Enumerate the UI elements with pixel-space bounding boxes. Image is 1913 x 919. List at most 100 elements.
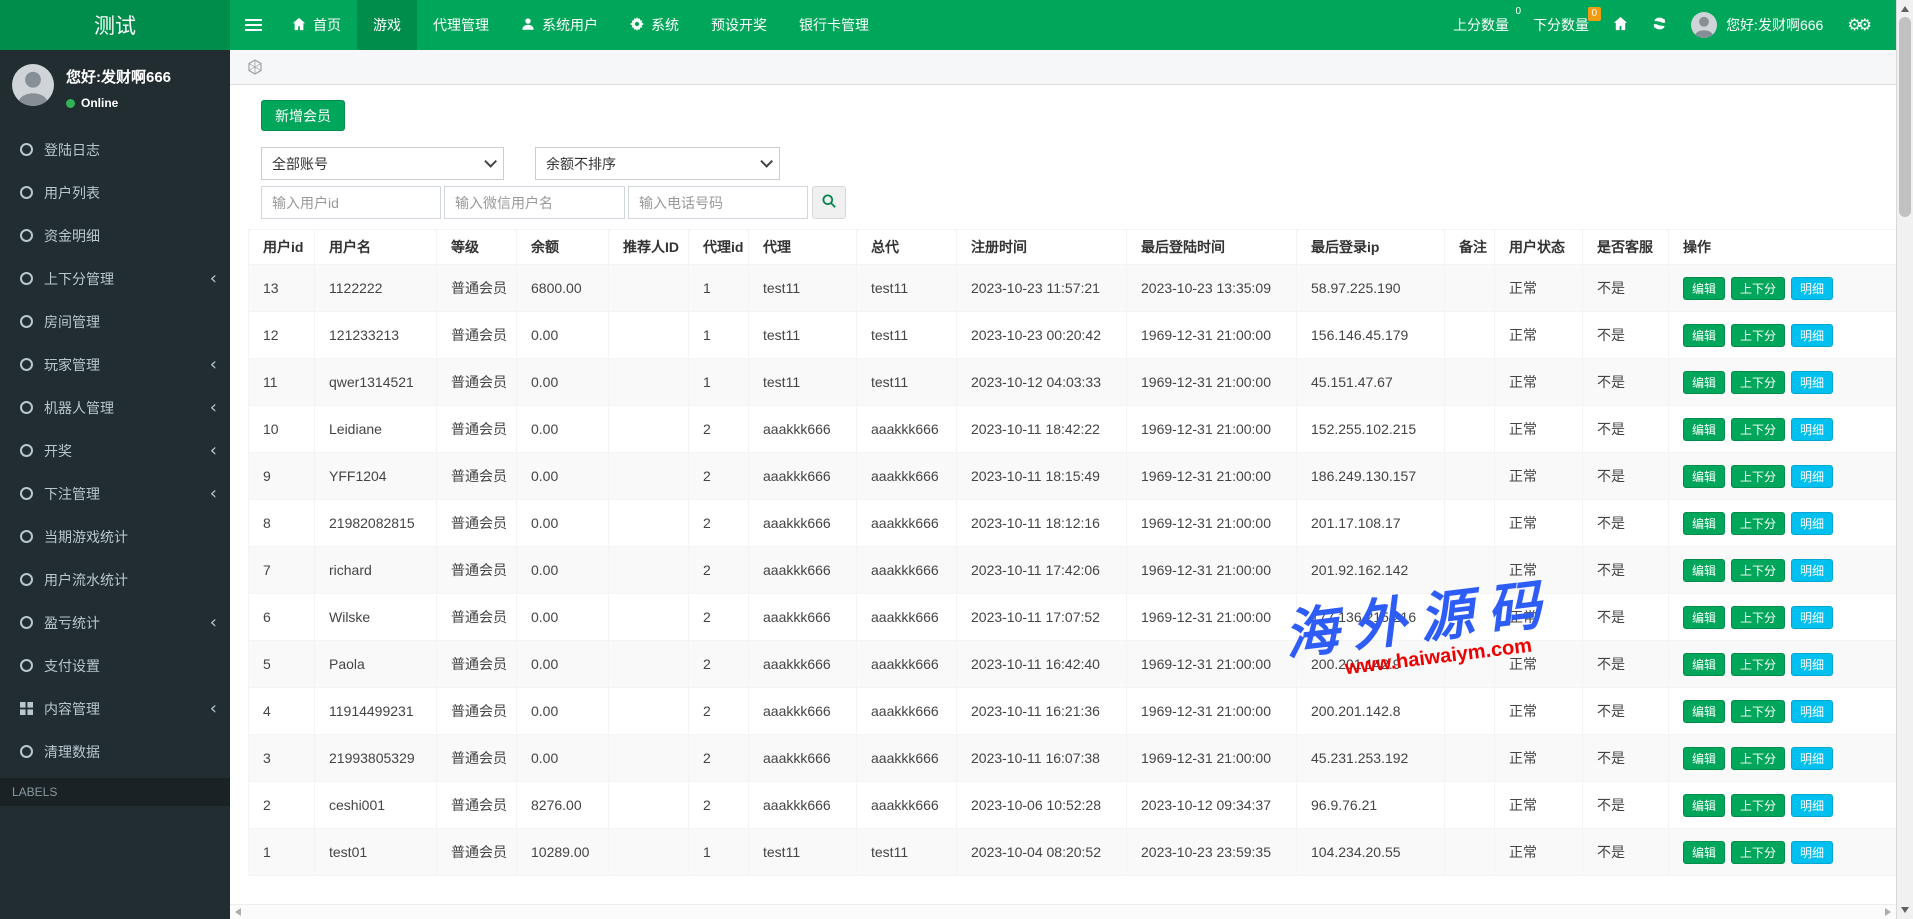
user-id-input[interactable] bbox=[261, 186, 441, 219]
up-down-score-button[interactable]: 上下分 bbox=[1731, 371, 1785, 394]
sidebar-item-用户列表[interactable]: 用户列表 bbox=[0, 171, 230, 214]
up-down-score-button[interactable]: 上下分 bbox=[1731, 465, 1785, 488]
circle-icon bbox=[20, 143, 33, 156]
user-icon bbox=[521, 17, 535, 34]
nav-item-游戏[interactable]: 游戏 bbox=[357, 0, 417, 50]
add-member-button[interactable]: 新增会员 bbox=[261, 100, 345, 131]
column-header: 用户名 bbox=[315, 230, 437, 265]
sidebar-item-清理数据[interactable]: 清理数据 bbox=[0, 730, 230, 773]
nav-item-首页[interactable]: 首页 bbox=[276, 0, 357, 50]
online-status[interactable]: Online bbox=[66, 96, 171, 110]
edit-button[interactable]: 编辑 bbox=[1683, 324, 1725, 347]
detail-button[interactable]: 明细 bbox=[1791, 747, 1833, 770]
cell-user-id: 9 bbox=[249, 453, 315, 500]
up-down-score-button[interactable]: 上下分 bbox=[1731, 653, 1785, 676]
scroll-left-icon[interactable] bbox=[235, 908, 241, 916]
detail-button[interactable]: 明细 bbox=[1791, 371, 1833, 394]
sidebar-item-玩家管理[interactable]: 玩家管理‹ bbox=[0, 343, 230, 386]
edit-button[interactable]: 编辑 bbox=[1683, 465, 1725, 488]
gear-icon bbox=[630, 17, 644, 34]
nav-item-系统用户[interactable]: 系统用户 bbox=[505, 0, 614, 50]
edit-button[interactable]: 编辑 bbox=[1683, 371, 1725, 394]
nav-item-预设开奖[interactable]: 预设开奖 bbox=[695, 0, 783, 50]
sidebar-item-上下分管理[interactable]: 上下分管理‹ bbox=[0, 257, 230, 300]
home-shortcut-button[interactable] bbox=[1601, 0, 1640, 50]
online-dot-icon bbox=[66, 99, 75, 108]
edit-button[interactable]: 编辑 bbox=[1683, 512, 1725, 535]
sidebar-item-开奖[interactable]: 开奖‹ bbox=[0, 429, 230, 472]
cell-user-id: 7 bbox=[249, 547, 315, 594]
cell-user-id: 6 bbox=[249, 594, 315, 641]
up-down-score-button[interactable]: 上下分 bbox=[1731, 747, 1785, 770]
up-down-score-button[interactable]: 上下分 bbox=[1731, 606, 1785, 629]
edit-button[interactable]: 编辑 bbox=[1683, 653, 1725, 676]
scroll-down-icon[interactable] bbox=[1901, 907, 1909, 913]
up-down-score-button[interactable]: 上下分 bbox=[1731, 418, 1785, 441]
detail-button[interactable]: 明细 bbox=[1791, 324, 1833, 347]
sidebar-toggle-button[interactable] bbox=[230, 0, 276, 50]
cell-actions: 编辑上下分明细 bbox=[1669, 782, 1897, 829]
sidebar-item-房间管理[interactable]: 房间管理 bbox=[0, 300, 230, 343]
cell-is-customer-service: 不是 bbox=[1583, 359, 1669, 406]
detail-button[interactable]: 明细 bbox=[1791, 653, 1833, 676]
sidebar-item-盈亏统计[interactable]: 盈亏统计‹ bbox=[0, 601, 230, 644]
nav-item-代理管理[interactable]: 代理管理 bbox=[417, 0, 505, 50]
detail-button[interactable]: 明细 bbox=[1791, 465, 1833, 488]
up-score-item[interactable]: 上分数量 0 bbox=[1441, 0, 1521, 50]
detail-button[interactable]: 明细 bbox=[1791, 794, 1833, 817]
brand-logo[interactable]: 测试 bbox=[0, 0, 230, 50]
detail-button[interactable]: 明细 bbox=[1791, 277, 1833, 300]
edit-button[interactable]: 编辑 bbox=[1683, 559, 1725, 582]
page-tab[interactable] bbox=[247, 59, 263, 75]
vertical-scrollbar[interactable] bbox=[1896, 0, 1913, 919]
user-menu[interactable]: 您好:发财啊666 bbox=[1679, 0, 1835, 50]
nav-item-系统[interactable]: 系统 bbox=[614, 0, 695, 50]
wechat-username-input[interactable] bbox=[444, 186, 625, 219]
up-down-score-button[interactable]: 上下分 bbox=[1731, 277, 1785, 300]
detail-button[interactable]: 明细 bbox=[1791, 606, 1833, 629]
scroll-up-icon[interactable] bbox=[1901, 6, 1909, 12]
scroll-right-icon[interactable] bbox=[1885, 908, 1891, 916]
up-down-score-button[interactable]: 上下分 bbox=[1731, 324, 1785, 347]
detail-button[interactable]: 明细 bbox=[1791, 841, 1833, 864]
cell-last-login-time: 1969-12-31 21:00:00 bbox=[1127, 688, 1297, 735]
sidebar-item-机器人管理[interactable]: 机器人管理‹ bbox=[0, 386, 230, 429]
edit-button[interactable]: 编辑 bbox=[1683, 747, 1725, 770]
sidebar-item-下注管理[interactable]: 下注管理‹ bbox=[0, 472, 230, 515]
detail-button[interactable]: 明细 bbox=[1791, 512, 1833, 535]
sidebar-item-资金明细[interactable]: 资金明细 bbox=[0, 214, 230, 257]
detail-button[interactable]: 明细 bbox=[1791, 418, 1833, 441]
down-score-item[interactable]: 下分数量 0 bbox=[1521, 0, 1601, 50]
edit-button[interactable]: 编辑 bbox=[1683, 277, 1725, 300]
refresh-button[interactable] bbox=[1640, 0, 1679, 50]
up-down-score-button[interactable]: 上下分 bbox=[1731, 794, 1785, 817]
sidebar-item-当期游戏统计[interactable]: 当期游戏统计 bbox=[0, 515, 230, 558]
nav-item-银行卡管理[interactable]: 银行卡管理 bbox=[783, 0, 885, 50]
balance-sort-select[interactable]: 余额不排序 bbox=[535, 147, 780, 180]
account-filter-select[interactable]: 全部账号 bbox=[261, 147, 504, 180]
cell-agent: aaakkk666 bbox=[749, 547, 857, 594]
up-down-score-button[interactable]: 上下分 bbox=[1731, 700, 1785, 723]
up-down-score-button[interactable]: 上下分 bbox=[1731, 559, 1785, 582]
cell-agent: test11 bbox=[749, 829, 857, 876]
sidebar-item-登陆日志[interactable]: 登陆日志 bbox=[0, 128, 230, 171]
sidebar-item-用户流水统计[interactable]: 用户流水统计 bbox=[0, 558, 230, 601]
sidebar-item-label: 机器人管理 bbox=[44, 398, 114, 418]
edit-button[interactable]: 编辑 bbox=[1683, 700, 1725, 723]
cell-balance: 10289.00 bbox=[517, 829, 609, 876]
phone-number-input[interactable] bbox=[628, 186, 808, 219]
settings-menu-button[interactable]: ⚙⚙ bbox=[1835, 0, 1880, 50]
sidebar-item-内容管理[interactable]: 内容管理‹ bbox=[0, 687, 230, 730]
up-down-score-button[interactable]: 上下分 bbox=[1731, 841, 1785, 864]
sidebar-item-支付设置[interactable]: 支付设置 bbox=[0, 644, 230, 687]
edit-button[interactable]: 编辑 bbox=[1683, 606, 1725, 629]
scrollbar-thumb[interactable] bbox=[1899, 17, 1911, 217]
edit-button[interactable]: 编辑 bbox=[1683, 794, 1725, 817]
up-down-score-button[interactable]: 上下分 bbox=[1731, 512, 1785, 535]
detail-button[interactable]: 明细 bbox=[1791, 559, 1833, 582]
detail-button[interactable]: 明细 bbox=[1791, 700, 1833, 723]
edit-button[interactable]: 编辑 bbox=[1683, 418, 1725, 441]
search-button[interactable] bbox=[812, 186, 846, 219]
horizontal-scrollbar[interactable] bbox=[230, 904, 1896, 919]
edit-button[interactable]: 编辑 bbox=[1683, 841, 1725, 864]
